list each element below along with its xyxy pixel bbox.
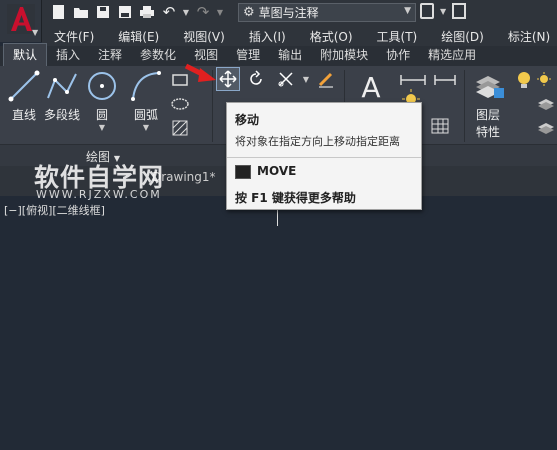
lightbulb-icon[interactable] [514,70,534,90]
tab-manage[interactable]: 管理 [227,44,269,66]
menu-draw[interactable]: 绘图(D) [429,28,496,45]
quick-access-toolbar: ↶ ▼ ↷ ▼ [50,3,224,21]
tab-annotate[interactable]: 注释 [89,44,131,66]
menu-insert[interactable]: 插入(I) [237,28,298,45]
panel-divider [464,70,465,142]
application-menu-button[interactable]: ▼ [0,0,42,42]
print-icon[interactable] [138,3,156,21]
layer-freeze-icon[interactable] [536,118,556,138]
tooltip-command: MOVE [257,164,297,178]
table-icon[interactable] [430,116,450,136]
red-pointer-arrow-icon [184,63,216,82]
menu-edit[interactable]: 编辑(E) [106,28,171,45]
tooltip-description: 将对象在指定方向上移动指定距离 [235,135,400,148]
hatch-icon[interactable] [170,118,190,138]
crosshair-cursor [277,210,278,226]
undo-dropdown-icon[interactable]: ▼ [182,3,190,21]
redo-icon[interactable]: ↷ [194,3,212,21]
sun-icon[interactable] [534,70,554,90]
chevron-down-icon[interactable]: ▼ [296,69,316,89]
tab-featured-apps[interactable]: 精选应用 [419,44,485,66]
polyline-tool-button[interactable]: 多段线 [44,70,80,123]
new-file-icon[interactable] [50,3,68,21]
linear-dim-icon[interactable] [430,70,460,90]
tab-parametric[interactable]: 参数化 [131,44,185,66]
menu-dimension[interactable]: 标注(N) [496,28,557,45]
workspace-label: 草图与注释 [258,6,319,20]
trim-icon[interactable] [276,69,296,89]
line-tool-button[interactable]: 直线 [8,70,40,123]
layers-icon [476,76,504,98]
circle-icon [88,72,116,100]
tab-output[interactable]: 输出 [269,44,311,66]
arc-tool-label: 圆弧 [133,108,158,122]
polyline-icon [47,73,77,99]
menu-view[interactable]: 视图(V) [171,28,237,45]
chevron-down-icon: ▼ [32,28,39,37]
open-folder-icon[interactable] [72,3,90,21]
move-icon [218,69,238,89]
layer-label-2: 特性 [475,125,500,139]
save-as-icon[interactable] [116,3,134,21]
move-tooltip: 移动 将对象在指定方向上移动指定距离 MOVE 按 F1 键获得更多帮助 [226,102,422,210]
line-tool-label: 直线 [11,108,36,122]
workspace-selector[interactable]: ⚙ 草图与注释 ▼ [238,3,416,22]
chevron-down-icon[interactable]: ▼ [143,123,149,132]
menu-tools[interactable]: 工具(T) [365,28,430,45]
tab-insert[interactable]: 插入 [47,44,89,66]
arc-icon [131,71,161,101]
window-icon[interactable] [452,3,467,19]
save-icon[interactable] [94,3,112,21]
menu-format[interactable]: 格式(O) [298,28,365,45]
chevron-down-icon[interactable]: ▼ [99,123,105,132]
line-icon [8,70,40,102]
rotate-icon[interactable] [246,69,266,89]
text-icon[interactable]: A [358,71,384,104]
command-line-icon [235,165,251,179]
tooltip-help: 按 F1 键获得更多帮助 [235,191,356,205]
undo-icon[interactable]: ↶ [160,3,178,21]
redo-dropdown-icon[interactable]: ▼ [216,3,224,21]
circle-tool-label: 圆 [95,108,108,122]
share-icon[interactable] [420,3,434,19]
tooltip-title: 移动 [235,113,260,127]
autocad-logo-icon [7,4,35,34]
circle-tool-button[interactable]: 圆 ▼ [86,70,118,132]
layer-state-icon[interactable] [536,94,556,114]
chevron-down-icon[interactable]: ▼ [440,7,446,16]
tab-addins[interactable]: 附加模块 [311,44,377,66]
ellipse-icon[interactable] [170,94,190,114]
polyline-tool-label: 多段线 [44,108,81,122]
menu-bar: 文件(F) 编辑(E) 视图(V) 插入(I) 格式(O) 工具(T) 绘图(D… [42,26,557,46]
menu-file[interactable]: 文件(F) [42,28,106,45]
arc-tool-button[interactable]: 圆弧 ▼ [130,70,162,132]
viewport-controls-label[interactable]: [−][俯视][二维线框] [4,202,105,218]
drawing-canvas[interactable] [0,196,557,450]
title-right-icons: ▼ [420,3,467,19]
watermark-url: WWW.RJZXW.COM [36,188,162,201]
chevron-down-icon: ▼ [404,6,411,16]
tab-home[interactable]: 默认 [3,43,48,66]
tooltip-divider [227,157,421,158]
gear-icon: ⚙ [243,5,255,20]
layer-label-1: 图层 [475,108,500,122]
ribbon-tabs: 默认 插入 注释 参数化 视图 管理 输出 附加模块 协作 精选应用 [0,43,557,66]
tab-collaborate[interactable]: 协作 [377,44,419,66]
erase-icon[interactable] [316,69,336,89]
layer-properties-button[interactable]: 图层 特性 [472,70,504,140]
